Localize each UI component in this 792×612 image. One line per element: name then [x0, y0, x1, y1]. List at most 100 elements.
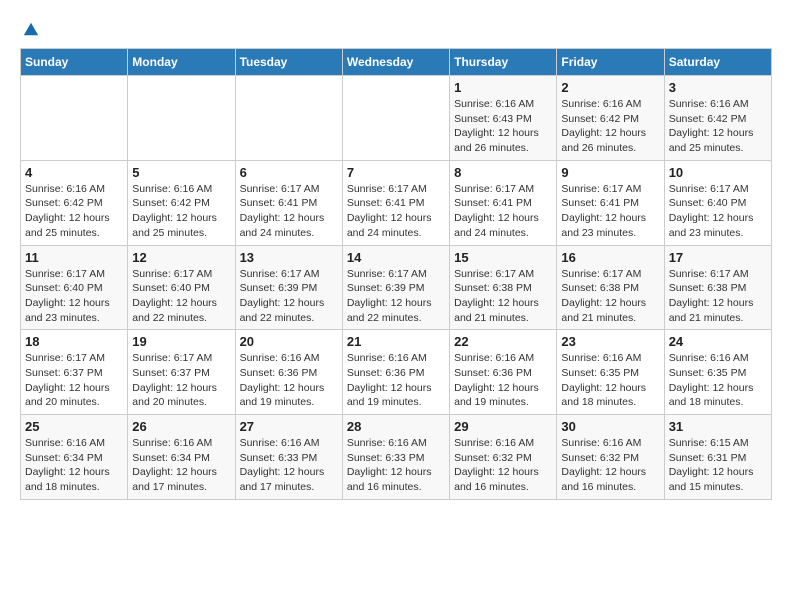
day-info: Sunrise: 6:17 AM Sunset: 6:39 PM Dayligh… [240, 267, 338, 326]
calendar-cell: 24Sunrise: 6:16 AM Sunset: 6:35 PM Dayli… [664, 330, 771, 415]
header [20, 20, 772, 38]
day-number: 31 [669, 419, 767, 434]
day-number: 25 [25, 419, 123, 434]
day-info: Sunrise: 6:16 AM Sunset: 6:32 PM Dayligh… [454, 436, 552, 495]
calendar-cell: 10Sunrise: 6:17 AM Sunset: 6:40 PM Dayli… [664, 160, 771, 245]
day-info: Sunrise: 6:16 AM Sunset: 6:33 PM Dayligh… [240, 436, 338, 495]
day-number: 9 [561, 165, 659, 180]
day-info: Sunrise: 6:15 AM Sunset: 6:31 PM Dayligh… [669, 436, 767, 495]
weekday-header: Monday [128, 49, 235, 76]
calendar-cell: 13 Sunrise: 6:17 AM Sunset: 6:39 PM Dayli… [235, 245, 342, 330]
day-number: 7 [347, 165, 445, 180]
calendar-week-row: 18 Sunrise: 6:17 AM Sunset: 6:37 PM Dayli… [21, 330, 772, 415]
day-number: 13 [240, 250, 338, 265]
calendar-week-row: 11 Sunrise: 6:17 AM Sunset: 6:40 PM Dayli… [21, 245, 772, 330]
day-info: Sunrise: 6:16 AM Sunset: 6:36 PM Dayligh… [347, 351, 445, 410]
day-number: 5 [132, 165, 230, 180]
day-info: Sunrise: 6:16 AM Sunset: 6:35 PM Dayligh… [561, 351, 659, 410]
calendar-cell [21, 76, 128, 161]
calendar-week-row: 25 Sunrise: 6:16 AM Sunset: 6:34 PM Dayli… [21, 415, 772, 500]
calendar-cell: 4 Sunrise: 6:16 AM Sunset: 6:42 PM Daylig… [21, 160, 128, 245]
calendar-cell: 28 Sunrise: 6:16 AM Sunset: 6:33 PM Dayli… [342, 415, 449, 500]
day-info: Sunrise: 6:16 AM Sunset: 6:36 PM Dayligh… [454, 351, 552, 410]
day-number: 30 [561, 419, 659, 434]
day-info: Sunrise: 6:17 AM Sunset: 6:37 PM Dayligh… [132, 351, 230, 410]
day-info: Sunrise: 6:16 AM Sunset: 6:34 PM Dayligh… [25, 436, 123, 495]
day-info: Sunrise: 6:17 AM Sunset: 6:41 PM Dayligh… [347, 182, 445, 241]
calendar: SundayMondayTuesdayWednesdayThursdayFrid… [20, 48, 772, 500]
logo-icon [22, 20, 40, 38]
day-number: 28 [347, 419, 445, 434]
day-number: 18 [25, 334, 123, 349]
day-number: 2 [561, 80, 659, 95]
day-info: Sunrise: 6:16 AM Sunset: 6:42 PM Dayligh… [561, 97, 659, 156]
calendar-cell: 11 Sunrise: 6:17 AM Sunset: 6:40 PM Dayli… [21, 245, 128, 330]
day-info: Sunrise: 6:17 AM Sunset: 6:40 PM Dayligh… [669, 182, 767, 241]
day-number: 22 [454, 334, 552, 349]
day-number: 27 [240, 419, 338, 434]
weekday-header: Thursday [450, 49, 557, 76]
weekday-header: Friday [557, 49, 664, 76]
day-number: 23 [561, 334, 659, 349]
day-number: 26 [132, 419, 230, 434]
calendar-cell: 14 Sunrise: 6:17 AM Sunset: 6:39 PM Dayli… [342, 245, 449, 330]
day-info: Sunrise: 6:17 AM Sunset: 6:38 PM Dayligh… [454, 267, 552, 326]
calendar-cell: 19 Sunrise: 6:17 AM Sunset: 6:37 PM Dayli… [128, 330, 235, 415]
day-number: 29 [454, 419, 552, 434]
calendar-cell: 7 Sunrise: 6:17 AM Sunset: 6:41 PM Daylig… [342, 160, 449, 245]
day-number: 21 [347, 334, 445, 349]
day-info: Sunrise: 6:17 AM Sunset: 6:40 PM Dayligh… [132, 267, 230, 326]
logo [20, 20, 40, 38]
weekday-header: Wednesday [342, 49, 449, 76]
calendar-cell: 31 Sunrise: 6:15 AM Sunset: 6:31 PM Dayli… [664, 415, 771, 500]
day-info: Sunrise: 6:16 AM Sunset: 6:36 PM Dayligh… [240, 351, 338, 410]
calendar-cell: 20 Sunrise: 6:16 AM Sunset: 6:36 PM Dayli… [235, 330, 342, 415]
day-info: Sunrise: 6:16 AM Sunset: 6:42 PM Dayligh… [132, 182, 230, 241]
calendar-cell: 6Sunrise: 6:17 AM Sunset: 6:41 PM Daylig… [235, 160, 342, 245]
day-info: Sunrise: 6:17 AM Sunset: 6:39 PM Dayligh… [347, 267, 445, 326]
day-info: Sunrise: 6:16 AM Sunset: 6:42 PM Dayligh… [25, 182, 123, 241]
day-number: 12 [132, 250, 230, 265]
weekday-header: Sunday [21, 49, 128, 76]
calendar-week-row: 1 Sunrise: 6:16 AM Sunset: 6:43 PM Daylig… [21, 76, 772, 161]
day-info: Sunrise: 6:16 AM Sunset: 6:34 PM Dayligh… [132, 436, 230, 495]
calendar-cell: 26 Sunrise: 6:16 AM Sunset: 6:34 PM Dayli… [128, 415, 235, 500]
day-info: Sunrise: 6:17 AM Sunset: 6:41 PM Dayligh… [240, 182, 338, 241]
day-number: 4 [25, 165, 123, 180]
calendar-cell: 3 Sunrise: 6:16 AM Sunset: 6:42 PM Daylig… [664, 76, 771, 161]
day-number: 24 [669, 334, 767, 349]
day-number: 8 [454, 165, 552, 180]
calendar-cell: 16Sunrise: 6:17 AM Sunset: 6:38 PM Dayli… [557, 245, 664, 330]
day-info: Sunrise: 6:16 AM Sunset: 6:33 PM Dayligh… [347, 436, 445, 495]
day-number: 17 [669, 250, 767, 265]
calendar-cell: 23 Sunrise: 6:16 AM Sunset: 6:35 PM Dayli… [557, 330, 664, 415]
calendar-cell: 9 Sunrise: 6:17 AM Sunset: 6:41 PM Daylig… [557, 160, 664, 245]
day-info: Sunrise: 6:16 AM Sunset: 6:32 PM Dayligh… [561, 436, 659, 495]
calendar-cell: 21 Sunrise: 6:16 AM Sunset: 6:36 PM Dayli… [342, 330, 449, 415]
calendar-cell: 2 Sunrise: 6:16 AM Sunset: 6:42 PM Daylig… [557, 76, 664, 161]
day-info: Sunrise: 6:17 AM Sunset: 6:38 PM Dayligh… [561, 267, 659, 326]
calendar-cell: 15 Sunrise: 6:17 AM Sunset: 6:38 PM Dayli… [450, 245, 557, 330]
calendar-cell: 17Sunrise: 6:17 AM Sunset: 6:38 PM Dayli… [664, 245, 771, 330]
day-info: Sunrise: 6:17 AM Sunset: 6:41 PM Dayligh… [454, 182, 552, 241]
day-info: Sunrise: 6:16 AM Sunset: 6:42 PM Dayligh… [669, 97, 767, 156]
day-info: Sunrise: 6:17 AM Sunset: 6:40 PM Dayligh… [25, 267, 123, 326]
day-number: 19 [132, 334, 230, 349]
day-number: 3 [669, 80, 767, 95]
day-number: 20 [240, 334, 338, 349]
calendar-cell: 29 Sunrise: 6:16 AM Sunset: 6:32 PM Dayli… [450, 415, 557, 500]
weekday-header: Tuesday [235, 49, 342, 76]
day-number: 1 [454, 80, 552, 95]
calendar-cell: 27 Sunrise: 6:16 AM Sunset: 6:33 PM Dayli… [235, 415, 342, 500]
calendar-cell: 1 Sunrise: 6:16 AM Sunset: 6:43 PM Daylig… [450, 76, 557, 161]
day-number: 14 [347, 250, 445, 265]
calendar-cell [128, 76, 235, 161]
calendar-cell: 8 Sunrise: 6:17 AM Sunset: 6:41 PM Daylig… [450, 160, 557, 245]
calendar-cell: 12 Sunrise: 6:17 AM Sunset: 6:40 PM Dayli… [128, 245, 235, 330]
day-info: Sunrise: 6:16 AM Sunset: 6:43 PM Dayligh… [454, 97, 552, 156]
day-number: 11 [25, 250, 123, 265]
weekday-header: Saturday [664, 49, 771, 76]
calendar-cell [342, 76, 449, 161]
day-number: 15 [454, 250, 552, 265]
day-info: Sunrise: 6:17 AM Sunset: 6:41 PM Dayligh… [561, 182, 659, 241]
